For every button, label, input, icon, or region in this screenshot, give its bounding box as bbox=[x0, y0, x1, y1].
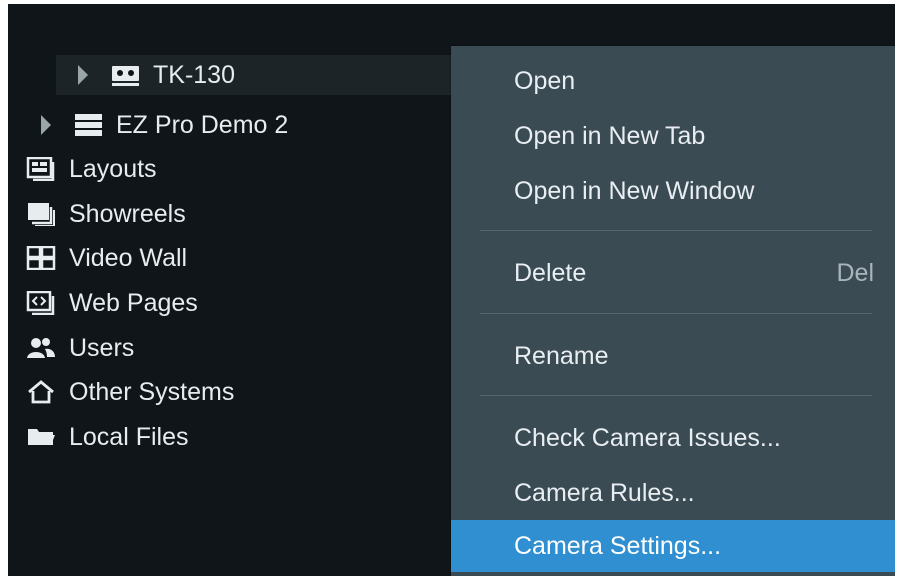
tree-item-ez-pro-demo-2[interactable]: EZ Pro Demo 2 bbox=[8, 105, 288, 145]
tree-item-tk-130[interactable]: TK-130 bbox=[56, 55, 466, 95]
tree-item-users[interactable]: Users bbox=[26, 328, 134, 368]
context-menu: Open Open in New Tab Open in New Window … bbox=[451, 46, 895, 576]
menu-item-label: Camera Rules... bbox=[514, 479, 695, 507]
tree-item-label: Layouts bbox=[69, 155, 157, 183]
server-icon bbox=[73, 113, 104, 137]
menu-item-label: Open in New Window bbox=[514, 177, 755, 205]
folder-icon bbox=[26, 425, 57, 449]
menu-separator bbox=[480, 230, 872, 231]
menu-item-label: Check Camera Issues... bbox=[514, 424, 781, 452]
menu-item-label: Open bbox=[514, 67, 576, 95]
menu-separator bbox=[480, 313, 872, 314]
tree-item-web-pages[interactable]: Web Pages bbox=[26, 283, 198, 323]
tree-item-other-systems[interactable]: Other Systems bbox=[26, 372, 234, 412]
tree-item-label: Web Pages bbox=[69, 289, 198, 317]
tree-item-local-files[interactable]: Local Files bbox=[26, 417, 189, 457]
tree-item-label: Local Files bbox=[69, 423, 189, 451]
resource-tree-panel: TK-130 EZ Pro Demo 2 Layouts Showreels V… bbox=[8, 4, 895, 576]
video-wall-icon bbox=[26, 246, 57, 270]
menu-item-delete[interactable]: Delete Del bbox=[451, 247, 895, 299]
menu-item-open[interactable]: Open bbox=[451, 55, 895, 107]
menu-item-label: Rename bbox=[514, 342, 609, 370]
menu-item-label: Delete bbox=[514, 259, 587, 287]
menu-item-label: Open in New Tab bbox=[514, 122, 706, 150]
tree-item-label: Other Systems bbox=[69, 378, 235, 406]
tree-item-label: Showreels bbox=[69, 200, 186, 228]
expand-arrow-icon[interactable] bbox=[41, 115, 51, 135]
menu-item-open-new-tab[interactable]: Open in New Tab bbox=[451, 110, 895, 162]
expand-arrow-icon[interactable] bbox=[78, 65, 88, 85]
web-pages-icon bbox=[26, 291, 57, 315]
menu-item-check-camera-issues[interactable]: Check Camera Issues... bbox=[451, 412, 895, 464]
camera-icon bbox=[110, 63, 141, 87]
tree-item-label: Users bbox=[69, 334, 135, 362]
menu-item-camera-settings[interactable]: Camera Settings... bbox=[451, 520, 895, 572]
menu-item-open-new-window[interactable]: Open in New Window bbox=[451, 165, 895, 217]
tree-item-label: TK-130 bbox=[153, 61, 235, 89]
tree-item-showreels[interactable]: Showreels bbox=[26, 194, 186, 234]
menu-item-camera-rules[interactable]: Camera Rules... bbox=[451, 467, 895, 519]
menu-item-label: Camera Settings... bbox=[514, 532, 722, 560]
tree-item-layouts[interactable]: Layouts bbox=[26, 149, 157, 189]
tree-item-video-wall[interactable]: Video Wall bbox=[26, 238, 187, 278]
delete-shortcut: Del bbox=[836, 259, 874, 287]
layouts-icon bbox=[26, 157, 57, 181]
home-icon bbox=[26, 380, 57, 404]
users-icon bbox=[26, 336, 57, 360]
tree-item-label: EZ Pro Demo 2 bbox=[116, 111, 289, 139]
tree-item-label: Video Wall bbox=[69, 244, 188, 272]
menu-item-rename[interactable]: Rename bbox=[451, 330, 895, 382]
menu-separator bbox=[480, 395, 872, 396]
showreels-icon bbox=[26, 202, 57, 226]
